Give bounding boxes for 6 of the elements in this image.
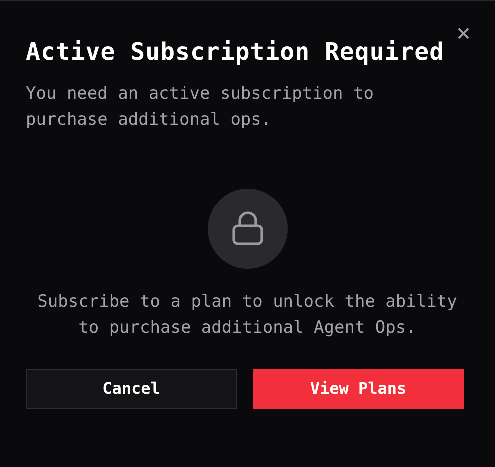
dialog-description: You need an active subscription to purchase additional ops.	[26, 83, 375, 132]
view-plans-button[interactable]: View Plans	[253, 369, 464, 409]
dialog-title: Active Subscription Required	[26, 37, 446, 68]
cancel-button[interactable]: Cancel	[26, 369, 237, 409]
unlock-message: Subscribe to a plan to unlock the ability to purchase additional Agent Ops.	[36, 291, 458, 340]
close-button[interactable]: ×	[456, 21, 471, 45]
